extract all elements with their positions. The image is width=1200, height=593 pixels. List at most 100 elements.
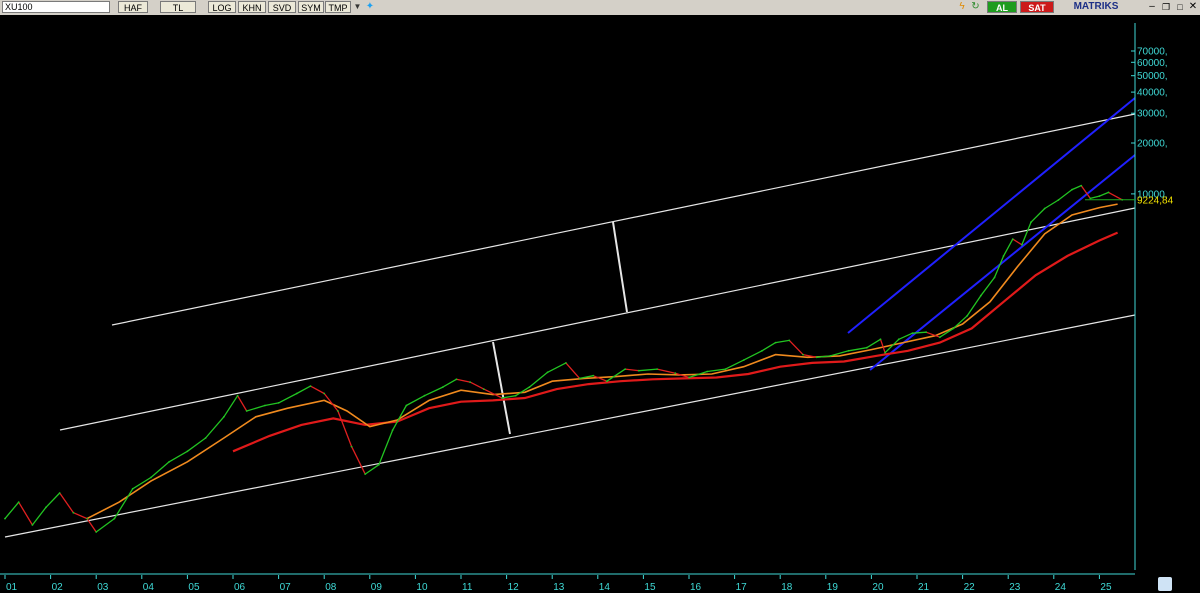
x-tick-label: 01 — [6, 582, 18, 593]
price-point — [17, 501, 20, 504]
price-point — [86, 517, 88, 520]
x-axis-ticks: 01 02 03 04 05 06 07 08 09 10 11 12 13 14 15 16 17 18 19 20… — [4, 575, 1112, 593]
x-tick-label: 09 — [371, 582, 383, 593]
x-tick-label: 21 — [918, 582, 930, 593]
price-point — [979, 294, 982, 297]
x-tick-label: 13 — [553, 582, 565, 593]
price-point — [441, 386, 444, 388]
y-tick-label: 60000, — [1137, 58, 1168, 69]
price-point — [514, 394, 517, 397]
symbol-text: XU100 — [5, 2, 33, 12]
x-tick-label: 18 — [781, 582, 793, 593]
y-tick-label: 30000, — [1137, 109, 1168, 120]
price-point — [802, 353, 804, 356]
price-point — [350, 445, 353, 448]
maximize-icon[interactable]: □ — [1174, 1, 1186, 13]
price-point — [528, 386, 531, 388]
y-tick-label: 50000, — [1137, 71, 1168, 82]
x-tick-label: 10 — [416, 582, 428, 593]
last-price-label: 9224,84 — [1137, 195, 1174, 206]
price-point — [884, 351, 886, 354]
brand-logo: MATRIKS — [1058, 1, 1134, 13]
price-point — [1089, 197, 1092, 200]
scroll-icon[interactable] — [1158, 577, 1172, 591]
x-tick-label: 14 — [599, 582, 611, 593]
buy-button[interactable]: AL — [987, 1, 1017, 13]
log-button[interactable]: LOG — [208, 1, 236, 13]
price-point — [829, 355, 832, 357]
khn-button[interactable]: KHN — [238, 1, 266, 13]
price-point — [1021, 243, 1023, 246]
x-tick-label: 24 — [1055, 582, 1067, 593]
x-axis: 01 02 03 04 05 06 07 08 09 10 11 12 13 14 15 16 17 18 19 20… — [0, 575, 1200, 593]
x-tick-label: 11 — [462, 582, 473, 593]
price-point — [911, 332, 914, 335]
lightning-icon[interactable]: ϟ — [957, 1, 967, 13]
price-point — [674, 372, 677, 375]
price-point — [501, 397, 503, 399]
price-point — [656, 368, 658, 370]
price-point — [742, 359, 745, 361]
price-point — [637, 369, 640, 372]
price-point — [95, 531, 98, 533]
price-point — [847, 349, 850, 352]
price-point — [309, 385, 312, 387]
price-point — [606, 380, 608, 383]
price-point — [925, 331, 927, 334]
price-point — [966, 314, 969, 317]
price-point — [1002, 255, 1005, 257]
price-point — [993, 276, 996, 279]
price-point — [364, 473, 367, 475]
price-point — [706, 370, 709, 373]
price-point — [546, 371, 549, 374]
x-tick-label: 25 — [1100, 582, 1112, 593]
price-point — [938, 336, 941, 339]
tl-button[interactable]: TL — [160, 1, 196, 13]
tmp-button[interactable]: TMP — [325, 1, 351, 13]
x-tick-label: 17 — [736, 582, 748, 593]
price-point — [245, 410, 248, 412]
price-point — [688, 376, 690, 379]
x-tick-label: 04 — [143, 582, 155, 593]
x-tick-label: 02 — [52, 582, 64, 593]
price-point — [236, 394, 239, 397]
x-tick-label: 03 — [97, 582, 109, 593]
price-point — [423, 394, 426, 397]
price-point — [391, 429, 394, 432]
price-point — [31, 524, 34, 526]
symbol-input[interactable]: XU100 — [2, 1, 110, 13]
price-point — [131, 487, 134, 490]
price-point — [565, 362, 567, 364]
sell-button[interactable]: SAT — [1020, 1, 1054, 13]
price-point — [72, 511, 75, 514]
x-tick-label: 22 — [964, 582, 976, 593]
refresh-icon[interactable]: ↻ — [970, 1, 981, 13]
price-point — [865, 346, 868, 349]
price-point — [1098, 195, 1101, 198]
minimize-icon[interactable]: – — [1146, 1, 1158, 13]
price-point — [113, 517, 116, 520]
price-point — [204, 437, 207, 439]
sym-button[interactable]: SYM — [298, 1, 324, 13]
price-point — [952, 327, 955, 330]
price-chart[interactable]: 70000,60000,50000,40000,30000,20000,1000… — [0, 15, 1200, 575]
price-point — [815, 356, 818, 359]
dropdown-icon[interactable]: ▼ — [352, 1, 363, 13]
twitter-icon[interactable]: ✦ — [364, 1, 376, 13]
x-tick-label: 19 — [827, 582, 839, 593]
price-point — [455, 378, 458, 381]
close-icon[interactable]: ✕ — [1187, 1, 1199, 13]
price-point — [897, 338, 900, 341]
haf-button[interactable]: HAF — [118, 1, 148, 13]
price-point — [788, 339, 791, 342]
restore-icon[interactable]: ❐ — [1160, 1, 1172, 13]
price-point — [592, 374, 595, 377]
price-point — [1080, 184, 1083, 187]
y-tick-label: 20000, — [1137, 139, 1168, 150]
price-point — [264, 404, 266, 407]
y-tick-label: 70000, — [1137, 47, 1168, 58]
price-point — [761, 349, 763, 352]
svd-button[interactable]: SVD — [268, 1, 296, 13]
price-point — [624, 368, 627, 370]
price-point — [578, 377, 581, 380]
